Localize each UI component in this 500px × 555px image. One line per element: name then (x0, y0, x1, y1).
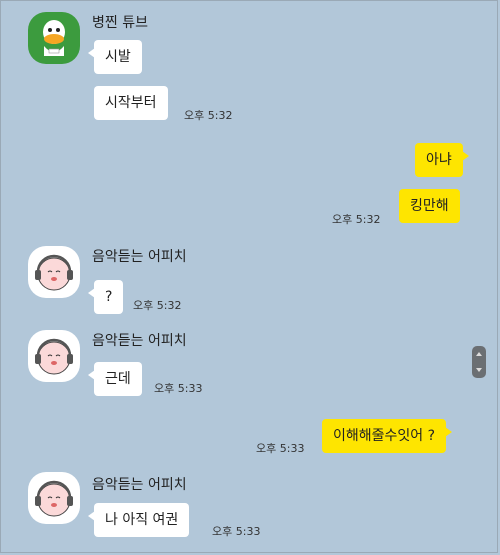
message-bubble[interactable]: 시발 (88, 40, 142, 74)
sender-name: 병찐 튜브 (92, 15, 148, 31)
message-time: 오후 5:32 (332, 213, 381, 226)
sender-name: 음악듣는 어피치 (92, 477, 187, 493)
sender-name: 음악듣는 어피치 (92, 249, 187, 265)
message-bubble[interactable]: 근데 (88, 362, 142, 396)
message-bubble[interactable]: 나 아직 여권 (87, 503, 190, 537)
apeach-headphones-avatar-icon[interactable] (28, 472, 80, 524)
message-bubble[interactable]: 이해해줄수잇어 ? (322, 419, 453, 453)
apeach-headphones-avatar-icon[interactable] (28, 330, 80, 382)
tube-duck-avatar-icon[interactable] (28, 12, 80, 64)
message-bubble[interactable]: 킹만해 (399, 189, 460, 223)
scroll-up-icon (476, 352, 482, 356)
scrollbar-thumb[interactable] (472, 346, 486, 378)
message-time: 오후 5:33 (256, 442, 305, 455)
message-time: 오후 5:32 (133, 299, 182, 312)
message-bubble[interactable]: 시작부터 (94, 86, 168, 120)
message-time: 오후 5:33 (212, 525, 261, 538)
sender-name: 음악듣는 어피치 (92, 333, 187, 349)
scroll-down-icon (476, 368, 482, 372)
message-time: 오후 5:32 (184, 109, 233, 122)
message-time: 오후 5:33 (154, 382, 203, 395)
message-bubble[interactable]: ? (87, 280, 124, 314)
message-bubble[interactable]: 아냐 (415, 143, 469, 177)
apeach-headphones-avatar-icon[interactable] (28, 246, 80, 298)
